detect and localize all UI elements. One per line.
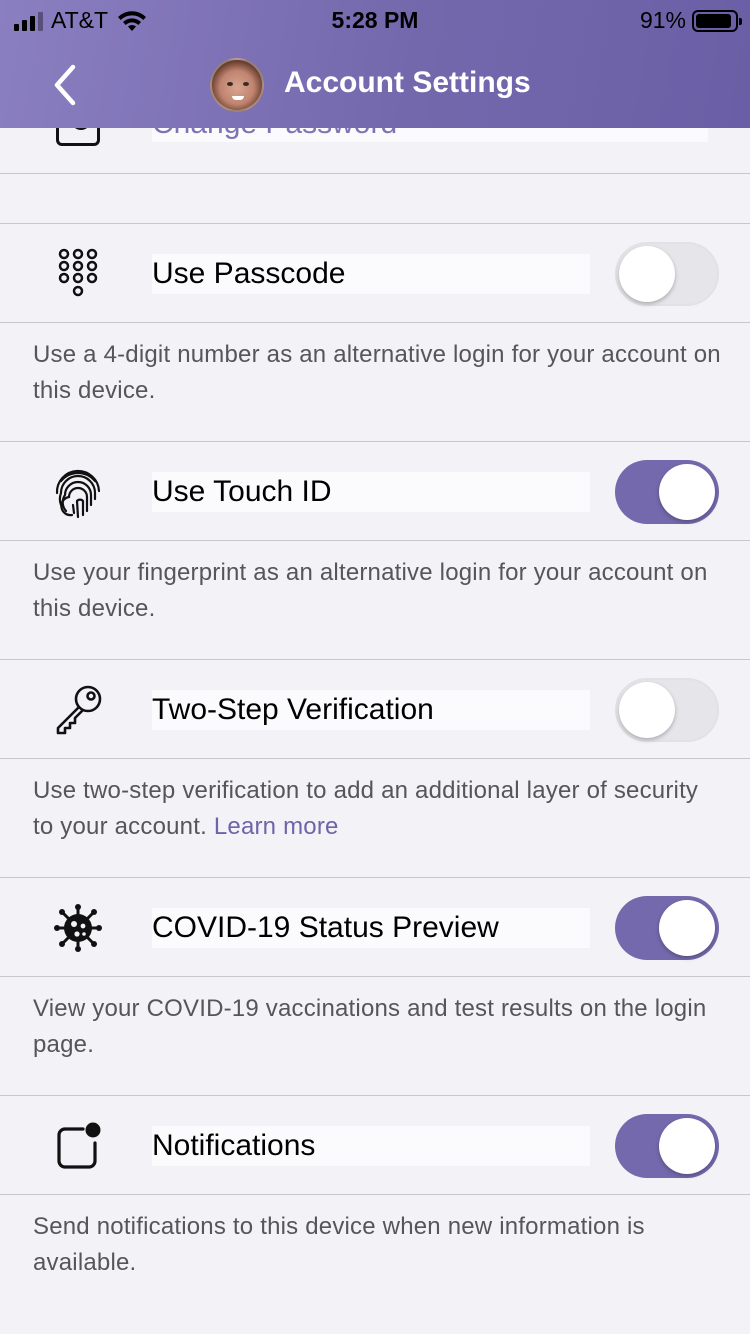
toggle-two-step[interactable] bbox=[615, 678, 719, 742]
setting-description-covid: View your COVID-19 vaccinations and test… bbox=[33, 995, 707, 1058]
key-icon bbox=[46, 678, 110, 742]
setting-description-touch-id: Use your fingerprint as an alternative l… bbox=[33, 559, 708, 622]
notification-badge-icon bbox=[46, 1114, 110, 1178]
nav-bar: Account Settings bbox=[0, 40, 750, 128]
change-password-row[interactable]: Change Password bbox=[0, 128, 750, 174]
avatar bbox=[210, 58, 264, 112]
setting-description-passcode: Use a 4-digit number as an alternative l… bbox=[33, 341, 721, 404]
setting-row-passcode: Use Passcode bbox=[0, 223, 750, 323]
setting-label-passcode: Use Passcode bbox=[152, 254, 590, 294]
fingerprint-icon bbox=[46, 460, 110, 524]
setting-row-two-step: Two-Step Verification bbox=[0, 659, 750, 759]
toggle-notifications[interactable] bbox=[615, 1114, 719, 1178]
setting-label-notifications: Notifications bbox=[152, 1126, 590, 1166]
setting-description-two-step: Use two-step verification to add an addi… bbox=[33, 773, 723, 845]
learn-more-link[interactable]: Learn more bbox=[214, 813, 339, 840]
status-bar: AT&T 5:28 PM 91% bbox=[0, 0, 750, 40]
status-time: 5:28 PM bbox=[331, 7, 419, 33]
header: AT&T 5:28 PM 91% Account Settings bbox=[0, 0, 750, 128]
toggle-passcode[interactable] bbox=[615, 242, 719, 306]
setting-row-touch-id: Use Touch ID bbox=[0, 441, 750, 541]
setting-label-covid: COVID-19 Status Preview bbox=[152, 908, 590, 948]
change-password-label: Change Password bbox=[152, 128, 708, 142]
battery-percent: 91% bbox=[639, 7, 686, 33]
setting-description-notifications: Send notifications to this device when n… bbox=[33, 1213, 645, 1276]
back-button[interactable] bbox=[40, 60, 90, 110]
toggle-touch-id[interactable] bbox=[615, 460, 719, 524]
two-step-description-text: Use two-step verification to add an addi… bbox=[33, 777, 699, 840]
setting-label-two-step: Two-Step Verification bbox=[152, 690, 590, 730]
chevron-left-icon bbox=[54, 64, 76, 106]
setting-row-covid: COVID-19 Status Preview bbox=[0, 877, 750, 977]
virus-icon bbox=[46, 896, 110, 960]
setting-label-touch-id: Use Touch ID bbox=[152, 472, 590, 512]
page-title: Account Settings bbox=[284, 66, 531, 99]
toggle-covid[interactable] bbox=[615, 896, 719, 960]
setting-row-notifications: Notifications bbox=[0, 1095, 750, 1195]
keypad-icon bbox=[46, 242, 110, 306]
camera-icon bbox=[56, 128, 100, 146]
battery-icon bbox=[692, 9, 742, 32]
